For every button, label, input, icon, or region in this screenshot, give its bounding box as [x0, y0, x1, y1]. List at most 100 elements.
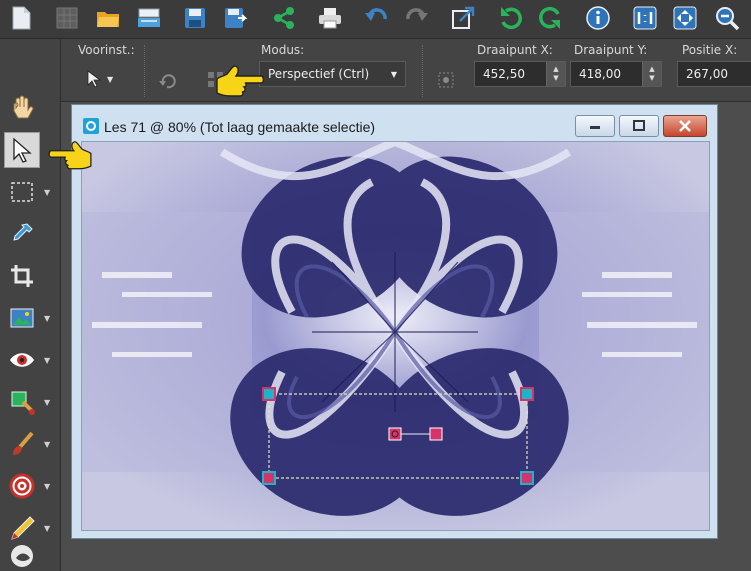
minimize-icon: [590, 126, 600, 129]
document-icon: [83, 118, 99, 134]
grid-button[interactable]: [52, 3, 82, 33]
dropper-tool[interactable]: [4, 216, 40, 252]
pick-tool[interactable]: [4, 132, 40, 168]
info-icon: [586, 6, 610, 30]
spin-up-icon: ▲: [553, 65, 559, 73]
pivot-button[interactable]: [435, 69, 457, 91]
arrow-cursor-icon: [13, 137, 32, 163]
open-folder-icon: [97, 12, 119, 27]
eye-icon: [10, 353, 34, 367]
print-icon: [319, 8, 341, 29]
pivot-x-value: 452,50: [483, 67, 525, 81]
spin-down-icon: ▼: [553, 74, 559, 82]
rotate-left-button[interactable]: [496, 3, 526, 33]
scan-icon: [138, 8, 160, 27]
red-eye-tool[interactable]: [4, 342, 40, 378]
crop-tool[interactable]: [4, 258, 40, 294]
options-divider: [422, 45, 424, 97]
target-icon: [9, 473, 35, 499]
rotate-right-icon: [539, 6, 560, 29]
rotate-right-button[interactable]: [535, 3, 565, 33]
resize-icon: [452, 6, 475, 29]
resize-button[interactable]: [448, 3, 478, 33]
marquee-icon: [11, 182, 33, 202]
open-button[interactable]: [93, 3, 123, 33]
mode-select-value: Perspectief (Ctrl): [268, 67, 370, 81]
chevron-down-icon: ▼: [44, 356, 51, 365]
new-file-icon: [12, 6, 31, 30]
undo-icon: [365, 8, 387, 21]
chevron-down-icon: ▼: [390, 69, 397, 79]
save-as-icon: [225, 8, 248, 28]
maximize-icon: [633, 120, 645, 131]
chevron-down-icon: ▼: [44, 314, 51, 323]
presets-dropdown[interactable]: ▼: [84, 65, 122, 93]
main-toolbar: [0, 0, 751, 39]
pick-arrow-icon: [87, 70, 102, 88]
pivot-y-field[interactable]: 418,00 ▲ ▼: [570, 61, 662, 87]
chevron-down-icon: ▼: [44, 524, 51, 533]
save-button[interactable]: [180, 3, 210, 33]
spin-down-icon: ▼: [649, 74, 655, 82]
fit-window-button[interactable]: [670, 3, 700, 33]
mode-label: Modus:: [261, 43, 305, 57]
save-icon: [185, 8, 205, 28]
pivot-x-field[interactable]: 452,50 ▲ ▼: [474, 61, 566, 87]
print-button[interactable]: [315, 3, 345, 33]
share-button[interactable]: [269, 3, 299, 33]
pivot-x-spinner[interactable]: ▲ ▼: [546, 62, 565, 86]
move-tool[interactable]: [4, 300, 40, 336]
eyedropper-icon: [13, 223, 33, 241]
position-x-value: 267,00: [686, 67, 728, 81]
hand-icon: [13, 95, 34, 119]
pan-tool[interactable]: [4, 90, 40, 126]
pointer-hand-icon: [48, 141, 92, 170]
spin-up-icon: ▲: [649, 65, 655, 73]
grid-icon: [56, 7, 78, 29]
position-x-label: Positie X:: [682, 43, 738, 57]
redo-button[interactable]: [402, 3, 432, 33]
redo-icon: [406, 8, 428, 21]
new-file-button[interactable]: [6, 3, 36, 33]
picture-icon: [10, 308, 34, 328]
chevron-down-icon: ▼: [107, 74, 114, 84]
paint-brush-tool[interactable]: [4, 426, 40, 462]
selection-tool[interactable]: [4, 174, 40, 210]
document-title: Les 71 @ 80% (Tot laag gemaakte selectie…: [104, 119, 376, 135]
save-as-button[interactable]: [221, 3, 251, 33]
tools-panel: ▼ ▼ ▼ ▼ ▼ ▼ ▼: [0, 39, 61, 571]
fit-window-icon: [673, 6, 697, 30]
zoom-button[interactable]: [712, 3, 742, 33]
actual-size-button[interactable]: [630, 3, 660, 33]
share-icon: [274, 7, 294, 29]
document-window: Les 71 @ 80% (Tot laag gemaakte selectie…: [71, 104, 718, 539]
info-button[interactable]: [583, 3, 613, 33]
pivot-y-spinner[interactable]: ▲ ▼: [642, 62, 661, 86]
zoom-icon: [716, 7, 740, 31]
reset-button[interactable]: [157, 69, 179, 91]
minimize-button[interactable]: [575, 115, 615, 137]
paint-bucket-icon: [11, 545, 33, 567]
mode-select[interactable]: Perspectief (Ctrl) ▼: [259, 61, 406, 87]
pointer-hand-icon: [216, 65, 264, 97]
chevron-down-icon: ▼: [44, 188, 51, 197]
clone-brush-tool[interactable]: [4, 384, 40, 420]
position-x-field[interactable]: 267,00: [677, 61, 751, 87]
pivot-x-label: Draaipunt X:: [477, 43, 553, 57]
fill-tool[interactable]: [4, 538, 40, 570]
crop-icon: [11, 265, 33, 287]
chevron-down-icon: ▼: [44, 440, 51, 449]
pivot-y-label: Draaipunt Y:: [574, 43, 648, 57]
kaleidoscope-image: [82, 142, 709, 530]
options-divider: [144, 45, 146, 97]
target-tool[interactable]: [4, 468, 40, 504]
chevron-down-icon: ▼: [44, 398, 51, 407]
undo-button[interactable]: [361, 3, 391, 33]
tool-options-bar: Voorinst.: ▼ Modus: Perspectief (Ctrl) ▼…: [60, 39, 751, 102]
image-canvas[interactable]: [81, 141, 710, 531]
actual-size-icon: [633, 6, 657, 30]
maximize-button[interactable]: [619, 115, 659, 137]
close-button[interactable]: [663, 115, 707, 137]
scan-button[interactable]: [134, 3, 164, 33]
chevron-down-icon: ▼: [44, 482, 51, 491]
